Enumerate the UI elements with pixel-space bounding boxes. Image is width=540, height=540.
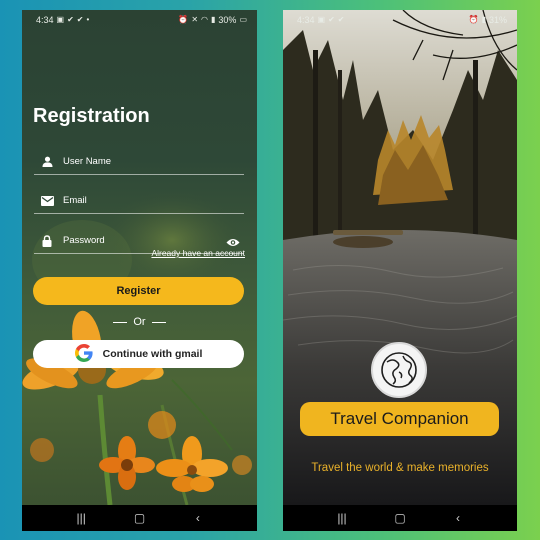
battery-level: 31%: [488, 15, 507, 25]
email-label: Email: [63, 195, 87, 206]
navigation-bar: ||| ▢ ‹: [283, 505, 517, 531]
navigation-bar: ||| ▢ ‹: [22, 505, 257, 531]
gallery-icon: ▣: [56, 15, 65, 24]
home-icon[interactable]: ▢: [390, 511, 410, 525]
battery-level: 30%: [218, 15, 237, 25]
username-field[interactable]: User Name: [34, 149, 244, 175]
mute-icon: ✕: [191, 15, 199, 24]
status-bar: 4:34 ▣ ✔ ✔ • ⏰ ✕ ◠ ▮ 30% ▭: [22, 10, 257, 30]
status-time: 4:34: [297, 15, 315, 25]
registration-screen: 4:34 ▣ ✔ ✔ • ⏰ ✕ ◠ ▮ 30% ▭ Registration …: [22, 10, 257, 531]
status-bar: 4:34 ▣ ✔ ✔ ⏰ ▮ 31%: [283, 10, 517, 30]
alarm-icon: ⏰: [468, 15, 479, 24]
back-icon[interactable]: ‹: [448, 511, 468, 525]
home-icon[interactable]: ▢: [129, 511, 149, 525]
tagline: Travel the world & make memories: [311, 462, 489, 474]
back-icon[interactable]: ‹: [188, 511, 208, 525]
divider-line: [113, 321, 128, 323]
or-separator: Or: [22, 316, 257, 328]
mail-icon: [40, 195, 54, 206]
gallery-icon: ▣: [317, 15, 326, 24]
recent-apps-icon[interactable]: |||: [71, 511, 91, 525]
continue-with-gmail-button[interactable]: Continue with gmail: [33, 340, 244, 368]
person-icon: [40, 156, 54, 167]
globe-map-icon: [371, 342, 427, 398]
lock-icon: [40, 234, 54, 247]
status-time: 4:34: [36, 15, 54, 25]
check-icon: ✔: [328, 15, 335, 24]
password-label: Password: [63, 235, 105, 246]
username-label: User Name: [63, 156, 112, 167]
divider-line: [151, 321, 166, 323]
google-icon: [74, 343, 93, 365]
recent-apps-icon[interactable]: |||: [332, 511, 352, 525]
already-have-account-link[interactable]: Already have an account: [151, 248, 245, 258]
signal-icon: ▮: [211, 15, 216, 24]
page-title: Registration: [33, 105, 150, 127]
check-icon: ✔: [76, 15, 84, 24]
or-label: Or: [133, 316, 146, 328]
email-field[interactable]: Email: [34, 188, 244, 214]
wifi-icon: ◠: [201, 15, 209, 24]
dot-icon: •: [86, 15, 90, 24]
register-button[interactable]: Register: [33, 277, 244, 305]
signal-icon: ▮: [481, 15, 486, 24]
app-title-badge: Travel Companion: [300, 402, 499, 436]
check-icon: ✔: [67, 15, 74, 24]
alarm-icon: ⏰: [178, 15, 189, 24]
battery-icon: ▭: [239, 15, 247, 24]
gmail-button-label: Continue with gmail: [102, 348, 203, 360]
travel-companion-screen: 4:34 ▣ ✔ ✔ ⏰ ▮ 31% Travel Companion Trav…: [283, 10, 517, 531]
check-icon: ✔: [337, 15, 345, 24]
